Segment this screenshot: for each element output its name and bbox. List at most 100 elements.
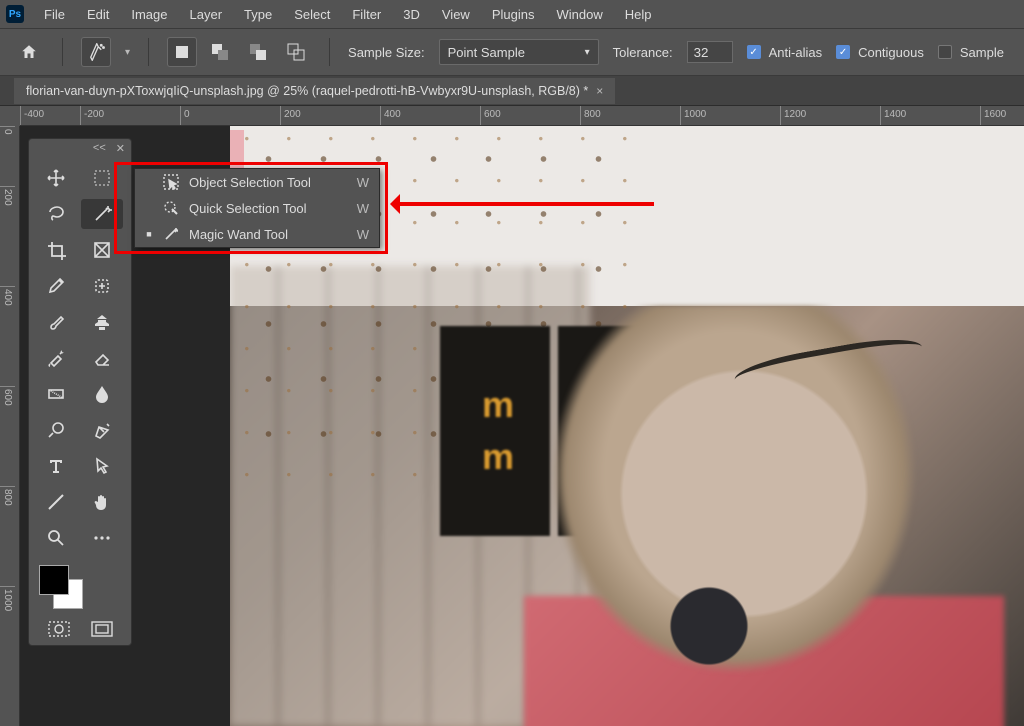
flyout-item-quick-selection[interactable]: Quick Selection Tool W <box>135 195 379 221</box>
menu-filter[interactable]: Filter <box>342 3 391 26</box>
photo-scrunchie <box>654 586 764 666</box>
hand-tool[interactable] <box>81 487 123 517</box>
document-tabbar: florian-van-duyn-pXToxwjqIiQ-unsplash.jp… <box>0 76 1024 106</box>
eyedropper-tool[interactable] <box>35 271 77 301</box>
flyout-label: Object Selection Tool <box>189 175 311 190</box>
tool-palette: << ✕ <box>28 138 132 646</box>
line-tool[interactable] <box>35 487 77 517</box>
menu-view[interactable]: View <box>432 3 480 26</box>
ruler-tick: 200 <box>280 106 380 125</box>
menu-layer[interactable]: Layer <box>180 3 233 26</box>
eraser-tool[interactable] <box>81 343 123 373</box>
marquee-tool[interactable] <box>81 163 123 193</box>
flyout-item-object-selection[interactable]: Object Selection Tool W <box>135 169 379 195</box>
selection-mode-group <box>167 37 311 67</box>
blur-tool[interactable] <box>81 379 123 409</box>
flyout-shortcut: W <box>357 201 369 216</box>
ruler-tick: 600 <box>0 386 15 486</box>
workarea: mm mm << ✕ <box>20 126 1024 726</box>
healing-brush-tool[interactable] <box>81 271 123 301</box>
contiguous-label: Contiguous <box>858 45 924 60</box>
ruler-tick: 600 <box>480 106 580 125</box>
tool-flyout: Object Selection Tool W Quick Selection … <box>134 168 380 248</box>
flyout-shortcut: W <box>357 227 369 242</box>
check-icon <box>938 45 952 59</box>
ruler-tick: 200 <box>0 186 15 286</box>
sample-size-select[interactable]: Point Sample ▾ <box>439 39 599 65</box>
quick-selection-icon <box>163 200 179 216</box>
menu-3d[interactable]: 3D <box>393 3 430 26</box>
magic-wand-icon <box>163 226 179 242</box>
sample-size-value: Point Sample <box>448 45 525 60</box>
current-tool-icon[interactable] <box>81 37 111 67</box>
sample-all-check[interactable]: Sample <box>938 45 1004 60</box>
ruler-tick: 1600 <box>980 106 1024 125</box>
dodge-tool[interactable] <box>35 415 77 445</box>
ruler-tick: 400 <box>0 286 15 386</box>
contiguous-check[interactable]: ✓ Contiguous <box>836 45 924 60</box>
tolerance-input[interactable] <box>687 41 733 63</box>
antialias-check[interactable]: ✓ Anti-alias <box>747 45 822 60</box>
close-icon[interactable]: × <box>596 84 603 98</box>
ruler-tick: 0 <box>180 106 280 125</box>
ruler-tick: 1200 <box>780 106 880 125</box>
menu-window[interactable]: Window <box>546 3 612 26</box>
menu-select[interactable]: Select <box>284 3 340 26</box>
check-icon: ✓ <box>747 45 761 59</box>
sample-size-label: Sample Size: <box>348 45 425 60</box>
close-icon[interactable]: ✕ <box>116 142 125 155</box>
object-selection-icon <box>163 174 179 190</box>
gradient-tool[interactable] <box>35 379 77 409</box>
clone-stamp-tool[interactable] <box>81 307 123 337</box>
add-selection-icon[interactable] <box>205 37 235 67</box>
magic-wand-tool[interactable] <box>81 199 123 229</box>
flyout-shortcut: W <box>357 175 369 190</box>
separator <box>62 38 63 66</box>
ruler-tick: -200 <box>80 106 180 125</box>
menu-image[interactable]: Image <box>121 3 177 26</box>
foreground-swatch[interactable] <box>39 565 69 595</box>
annotation-arrow <box>394 202 654 206</box>
zoom-tool[interactable] <box>35 523 77 553</box>
chevron-down-icon[interactable]: ▾ <box>125 47 130 58</box>
ruler-tick: 800 <box>0 486 15 586</box>
subtract-selection-icon[interactable] <box>243 37 273 67</box>
menu-type[interactable]: Type <box>234 3 282 26</box>
frame-tool[interactable] <box>81 235 123 265</box>
brush-tool[interactable] <box>35 307 77 337</box>
chevron-down-icon: ▾ <box>585 47 590 58</box>
intersect-selection-icon[interactable] <box>281 37 311 67</box>
lasso-tool[interactable] <box>35 199 77 229</box>
menu-help[interactable]: Help <box>615 3 662 26</box>
history-brush-tool[interactable] <box>35 343 77 373</box>
collapse-icon[interactable]: << <box>93 142 106 154</box>
ruler-tick: 0 <box>0 126 15 186</box>
color-swatches[interactable] <box>29 559 131 615</box>
more-tool[interactable] <box>81 523 123 553</box>
flyout-label: Quick Selection Tool <box>189 201 307 216</box>
menu-edit[interactable]: Edit <box>77 3 119 26</box>
screen-mode-icon[interactable] <box>91 621 113 637</box>
ruler-tick: -400 <box>20 106 80 125</box>
pen-tool[interactable] <box>81 415 123 445</box>
flyout-item-magic-wand[interactable]: ■ Magic Wand Tool W <box>135 221 379 247</box>
crop-tool[interactable] <box>35 235 77 265</box>
antialias-label: Anti-alias <box>769 45 822 60</box>
document-tab[interactable]: florian-van-duyn-pXToxwjqIiQ-unsplash.jp… <box>14 78 615 104</box>
home-icon[interactable] <box>14 37 44 67</box>
separator <box>329 38 330 66</box>
ruler-tick: 1000 <box>680 106 780 125</box>
options-bar: ▾ Sample Size: Point Sample ▾ Tolerance:… <box>0 28 1024 76</box>
type-tool[interactable] <box>35 451 77 481</box>
path-select-tool[interactable] <box>81 451 123 481</box>
ruler-horizontal: -400 -200 0 200 400 600 800 1000 1200 14… <box>20 106 1024 126</box>
separator <box>148 38 149 66</box>
move-tool[interactable] <box>35 163 77 193</box>
menu-plugins[interactable]: Plugins <box>482 3 545 26</box>
tab-title: florian-van-duyn-pXToxwjqIiQ-unsplash.jp… <box>26 84 588 98</box>
new-selection-icon[interactable] <box>167 37 197 67</box>
menu-file[interactable]: File <box>34 3 75 26</box>
ruler-tick: 400 <box>380 106 480 125</box>
quick-mask-icon[interactable] <box>48 621 70 637</box>
ruler-tick: 800 <box>580 106 680 125</box>
